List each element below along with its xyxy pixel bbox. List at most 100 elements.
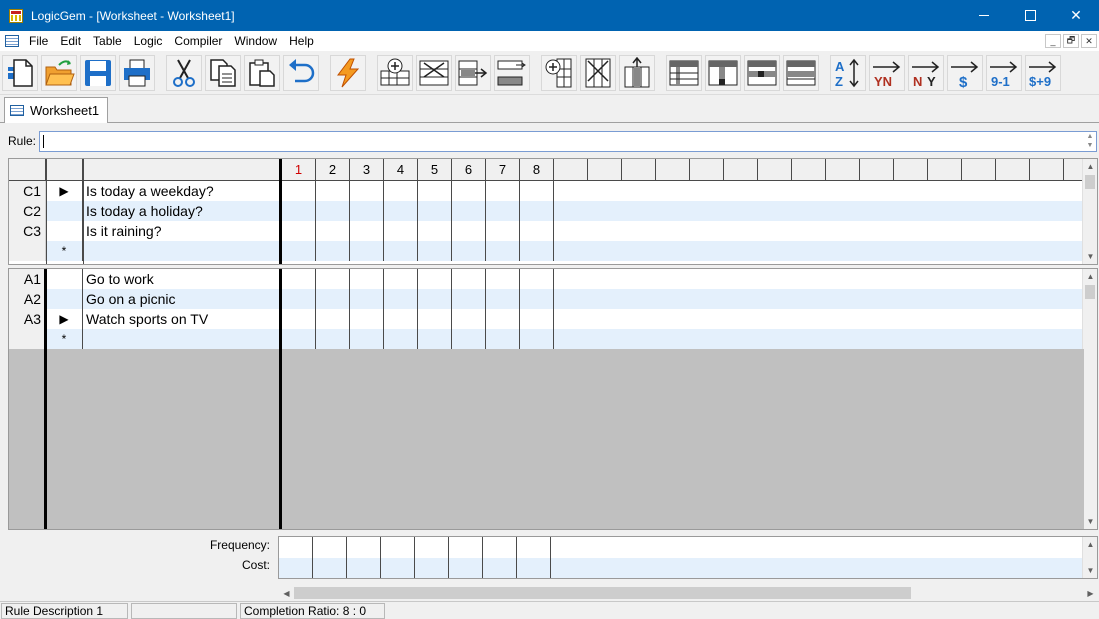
actions-rule-cell[interactable] (384, 309, 418, 329)
insert-column-button[interactable] (541, 55, 577, 91)
frequency-cost-grid[interactable]: ▲ ▼ (278, 536, 1098, 579)
new-button[interactable] (2, 55, 38, 91)
cost-row[interactable] (279, 558, 1084, 578)
rule-column-header-cell[interactable]: 2 (316, 159, 350, 180)
sort-az-button[interactable]: AZ (830, 55, 866, 91)
actions-row-selector[interactable] (46, 269, 83, 289)
conditions-rule-cell[interactable] (384, 241, 418, 261)
actions-rule-cell[interactable] (282, 289, 316, 309)
mdi-minimize-button[interactable]: _ (1045, 34, 1061, 48)
actions-row-selector[interactable] (46, 289, 83, 309)
actions-rule-cell[interactable] (418, 269, 452, 289)
tab-worksheet1[interactable]: Worksheet1 (4, 97, 108, 123)
conditions-rule-cell[interactable] (282, 241, 316, 261)
conditions-rule-cell[interactable] (486, 241, 520, 261)
conditions-row[interactable]: C1 ▶ Is today a weekday? (9, 181, 1084, 201)
actions-rule-cell[interactable] (418, 329, 452, 349)
actions-rule-cell[interactable] (418, 309, 452, 329)
document-icon[interactable] (5, 35, 19, 47)
actions-row[interactable]: A3 ▶ Watch sports on TV (9, 309, 1084, 329)
sort-cost-button[interactable]: $ (947, 55, 983, 91)
conditions-row-selector[interactable] (46, 201, 83, 221)
conditions-rule-cell[interactable] (350, 201, 384, 221)
rule-column-header-cell[interactable]: 3 (350, 159, 384, 180)
conditions-rule-cell[interactable] (418, 241, 452, 261)
actions-scrollbar[interactable]: ▲ ▼ (1082, 269, 1097, 529)
actions-rule-cell[interactable] (350, 309, 384, 329)
scroll-thumb[interactable] (1085, 175, 1095, 189)
conditions-row-selector[interactable]: * (46, 241, 83, 261)
menu-compiler[interactable]: Compiler (168, 34, 228, 48)
rule-column-header-cell[interactable]: 8 (520, 159, 554, 180)
conditions-rule-cell[interactable] (384, 201, 418, 221)
conditions-rule-cell[interactable] (350, 241, 384, 261)
conditions-rule-cell[interactable] (486, 221, 520, 241)
empty-rule-column-header[interactable] (792, 159, 826, 180)
actions-rule-cell[interactable] (452, 309, 486, 329)
conditions-row[interactable]: C3 Is it raining? (9, 221, 1084, 241)
frequency-cell[interactable] (347, 537, 381, 558)
delete-column-button[interactable] (580, 55, 616, 91)
table-view-3-button[interactable] (744, 55, 780, 91)
empty-rule-column-header[interactable] (928, 159, 962, 180)
empty-rule-column-header[interactable] (690, 159, 724, 180)
actions-rule-cell[interactable] (316, 269, 350, 289)
undo-button[interactable] (283, 55, 319, 91)
rule-spin-icon[interactable]: ▲ ▼ (1085, 132, 1095, 151)
cost-cell[interactable] (415, 558, 449, 578)
scroll-up-icon[interactable]: ▲ (1083, 269, 1097, 284)
conditions-rule-cell[interactable] (384, 181, 418, 201)
actions-rule-cell[interactable] (520, 289, 554, 309)
empty-rule-column-header[interactable] (622, 159, 656, 180)
frequency-row[interactable] (279, 537, 1084, 558)
paste-button[interactable] (244, 55, 280, 91)
frequency-cell[interactable] (483, 537, 517, 558)
insert-row-button[interactable] (377, 55, 413, 91)
conditions-rule-cell[interactable] (486, 181, 520, 201)
menu-help[interactable]: Help (283, 34, 320, 48)
actions-description-cell[interactable]: Go on a picnic (83, 289, 279, 309)
conditions-description-cell[interactable] (83, 241, 279, 261)
actions-row[interactable]: A1 Go to work (9, 269, 1084, 289)
conditions-rule-cell[interactable] (520, 181, 554, 201)
empty-rule-column-header[interactable] (554, 159, 588, 180)
cost-cell[interactable] (449, 558, 483, 578)
actions-rule-cell[interactable] (384, 329, 418, 349)
conditions-rule-cell[interactable] (384, 221, 418, 241)
actions-rule-cell[interactable] (486, 289, 520, 309)
frequency-cell[interactable] (313, 537, 347, 558)
close-button[interactable]: ✕ (1053, 0, 1099, 31)
actions-rule-cell[interactable] (282, 329, 316, 349)
conditions-row[interactable]: C2 Is today a holiday? (9, 201, 1084, 221)
open-button[interactable] (41, 55, 77, 91)
conditions-rule-cell[interactable] (282, 201, 316, 221)
actions-rule-cell[interactable] (350, 269, 384, 289)
actions-rule-cell[interactable] (452, 269, 486, 289)
actions-rule-cell[interactable] (384, 289, 418, 309)
conditions-rule-cell[interactable] (520, 221, 554, 241)
conditions-row-selector[interactable]: ▶ (46, 181, 83, 201)
cost-cell[interactable] (279, 558, 313, 578)
conditions-description-cell[interactable]: Is today a weekday? (83, 181, 279, 201)
actions-rule-cell[interactable] (452, 329, 486, 349)
rule-input[interactable]: ▲ ▼ (39, 131, 1097, 152)
mdi-close-button[interactable]: ✕ (1081, 34, 1097, 48)
empty-rule-column-header[interactable] (724, 159, 758, 180)
actions-rule-cell[interactable] (350, 329, 384, 349)
menu-edit[interactable]: Edit (54, 34, 87, 48)
rule-column-header-cell[interactable]: 6 (452, 159, 486, 180)
frequency-cell[interactable] (279, 537, 313, 558)
conditions-scrollbar[interactable]: ▲ ▼ (1082, 159, 1097, 264)
scroll-down-icon[interactable]: ▼ (1083, 249, 1097, 264)
conditions-rule-cell[interactable] (350, 221, 384, 241)
sort-ny-button[interactable]: NY (908, 55, 944, 91)
cost-cell[interactable] (313, 558, 347, 578)
actions-description-cell[interactable]: Watch sports on TV (83, 309, 279, 329)
process-button[interactable] (330, 55, 366, 91)
conditions-description-cell[interactable]: Is it raining? (83, 221, 279, 241)
conditions-grid[interactable]: 12345678 C1 ▶ Is today a weekday? C2 Is toda… (8, 158, 1098, 265)
actions-rule-cell[interactable] (520, 329, 554, 349)
cut-button[interactable] (166, 55, 202, 91)
actions-description-cell[interactable] (83, 329, 279, 349)
actions-rule-cell[interactable] (282, 309, 316, 329)
